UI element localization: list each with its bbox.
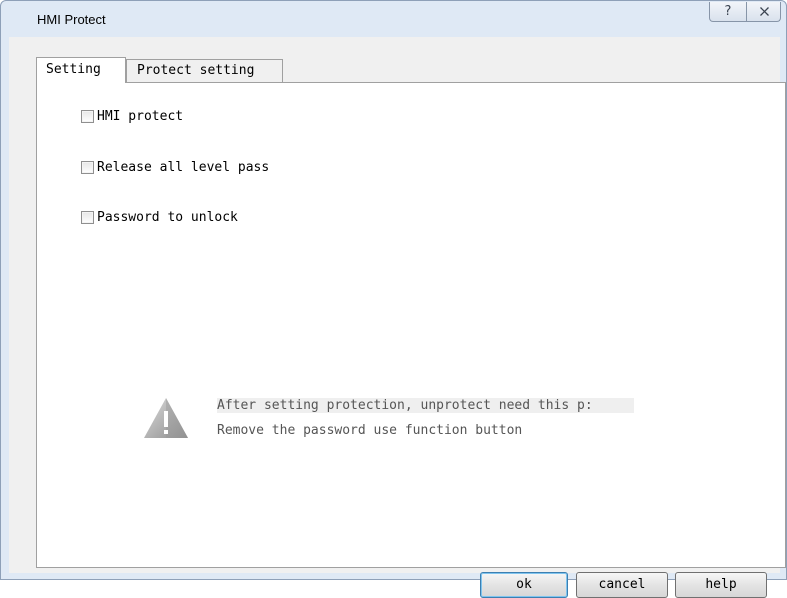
warning-text-line-1: After setting protection, unprotect need…	[217, 398, 634, 413]
release-all-level-pass-label[interactable]: Release all level pass	[97, 160, 269, 175]
release-all-level-pass-checkbox-row[interactable]: Release all level pass	[81, 160, 269, 175]
hmi-protect-checkbox-row[interactable]: HMI protect	[81, 109, 183, 124]
help-button[interactable]: help	[675, 572, 767, 598]
hmi-protect-dialog: HMI Protect ? Setting Protect setting HM…	[0, 0, 787, 598]
password-to-unlock-checkbox[interactable]	[81, 211, 94, 224]
title-bar[interactable]: HMI Protect ?	[1, 1, 786, 37]
cancel-button[interactable]: cancel	[576, 572, 668, 598]
caption-buttons: ?	[709, 2, 781, 22]
help-icon[interactable]: ?	[710, 2, 746, 21]
password-to-unlock-checkbox-row[interactable]: Password to unlock	[81, 210, 238, 225]
window-title: HMI Protect	[37, 12, 106, 27]
client-area: Setting Protect setting HMI protect Rele…	[9, 37, 786, 598]
tab-setting[interactable]: Setting	[36, 57, 126, 83]
hmi-protect-checkbox[interactable]	[81, 110, 94, 123]
close-icon[interactable]	[747, 2, 781, 21]
tab-protect-setting[interactable]: Protect setting	[126, 59, 283, 82]
tab-panel-setting: HMI protect Release all level pass Passw…	[36, 82, 786, 568]
ok-button[interactable]: ok	[480, 572, 568, 598]
release-all-level-pass-checkbox[interactable]	[81, 161, 94, 174]
hmi-protect-label[interactable]: HMI protect	[97, 109, 183, 124]
password-to-unlock-label[interactable]: Password to unlock	[97, 210, 238, 225]
warning-triangle-icon	[144, 398, 188, 438]
warning-text-line-2: Remove the password use function button	[217, 423, 523, 438]
